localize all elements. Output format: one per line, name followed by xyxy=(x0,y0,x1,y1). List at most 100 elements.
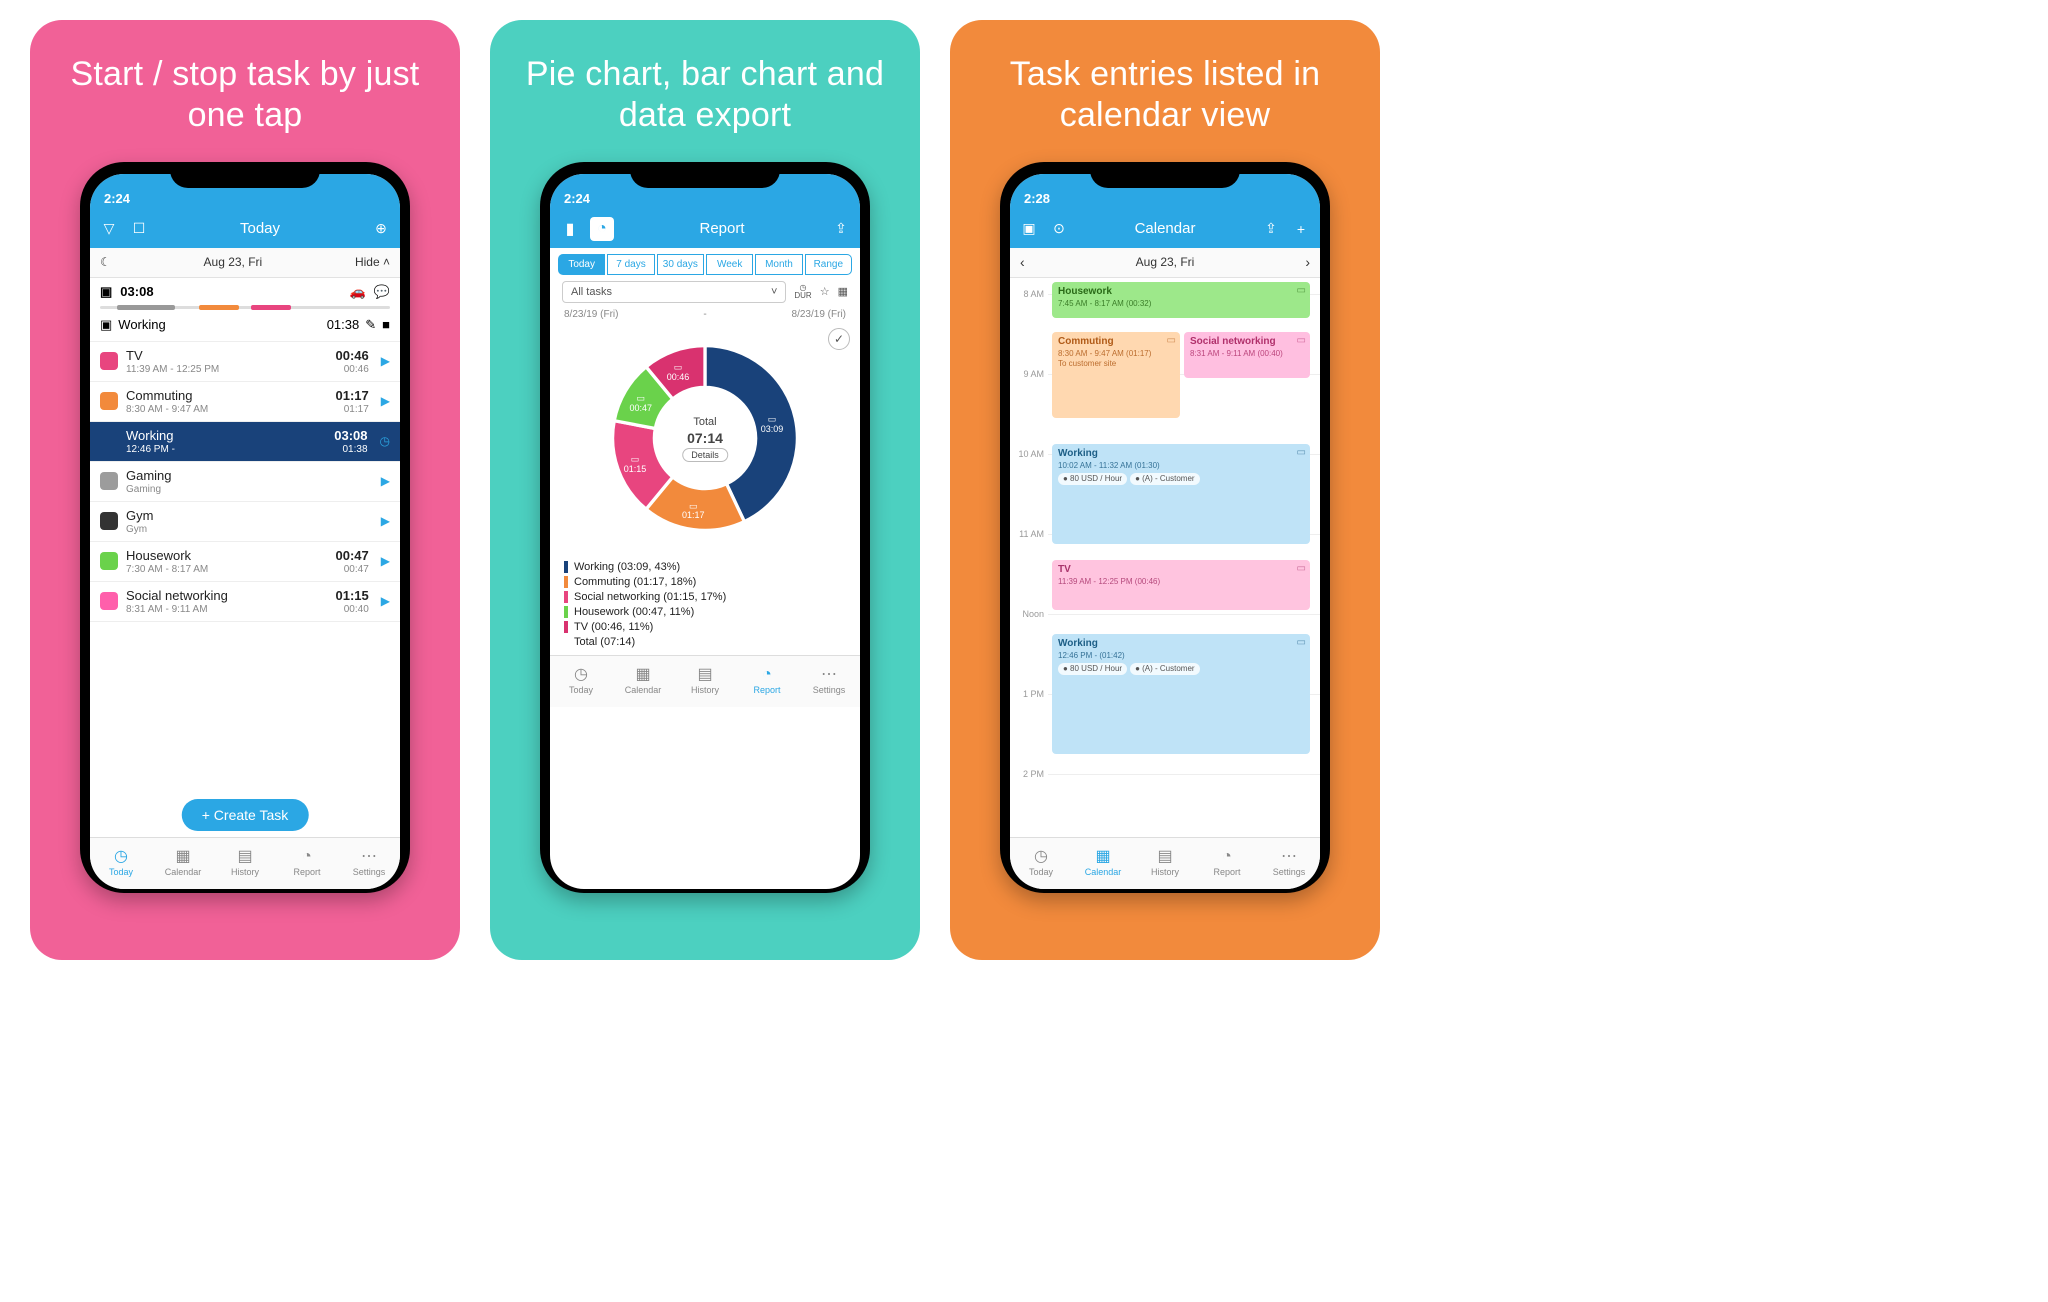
promo-panel-report: Pie chart, bar chart and data export 2:2… xyxy=(490,20,920,960)
tab-settings[interactable]: ⋯Settings xyxy=(338,838,400,889)
add-icon[interactable]: + xyxy=(1290,218,1312,240)
tab-report[interactable]: ◔Report xyxy=(736,656,798,707)
promo-panel-calendar: Task entries listed in calendar view 2:2… xyxy=(950,20,1380,960)
task-color-icon xyxy=(100,392,118,410)
active-task-row[interactable]: ▣ Working 01:38 ✎ ■ xyxy=(100,311,390,337)
tab-report[interactable]: ◔Report xyxy=(1196,838,1258,889)
play-icon[interactable]: ▶ xyxy=(381,354,390,368)
layout-icon[interactable]: ▦ xyxy=(838,285,848,298)
play-icon[interactable]: ▶ xyxy=(381,594,390,608)
calendar-event[interactable]: ▭ Housework 7:45 AM - 8:17 AM (00:32) xyxy=(1052,282,1310,318)
create-task-button[interactable]: + Create Task xyxy=(182,799,309,831)
date-subbar: ☾ Aug 23, Fri Hide ˄ xyxy=(90,248,400,278)
calendar-event[interactable]: ▭ Commuting 8:30 AM - 9:47 AM (01:17)To … xyxy=(1052,332,1180,418)
legend-total: Total (07:14) xyxy=(564,636,846,648)
total-timer: 03:08 xyxy=(120,284,153,299)
calendar-event[interactable]: ▭ Working 12:46 PM - (01:42)● 80 USD / H… xyxy=(1052,634,1310,754)
tab-calendar[interactable]: ▦Calendar xyxy=(612,656,674,707)
legend-label: Commuting (01:17, 18%) xyxy=(574,576,696,588)
range-today[interactable]: Today xyxy=(558,254,605,275)
range-month[interactable]: Month xyxy=(755,254,802,275)
task-row[interactable]: Working 12:46 PM - 03:08 01:38 ◷ xyxy=(90,422,400,462)
today-appbar: ▽ ☐ Today ⊕ xyxy=(90,210,400,248)
legend-label: Housework (00:47, 11%) xyxy=(574,606,694,618)
tab-bar: ◷Today▦Calendar▤History◔Report⋯Settings xyxy=(550,655,860,707)
stopwatch-icon[interactable]: ◷ xyxy=(380,434,390,448)
date-label: Aug 23, Fri xyxy=(111,255,355,269)
range-range[interactable]: Range xyxy=(805,254,852,275)
tab-label: Today xyxy=(569,685,593,695)
tab-today[interactable]: ◷Today xyxy=(90,838,152,889)
check-circle-icon[interactable]: ✓ xyxy=(828,328,850,350)
tab-today[interactable]: ◷Today xyxy=(1010,838,1072,889)
tab-settings[interactable]: ⋯Settings xyxy=(798,656,860,707)
event-title: TV xyxy=(1058,564,1304,576)
share-icon[interactable]: ⇪ xyxy=(830,218,852,240)
stop-icon[interactable]: ■ xyxy=(382,317,390,332)
event-tag: ● 80 USD / Hour xyxy=(1058,473,1127,485)
task-row[interactable]: Social networking 8:31 AM - 9:11 AM 01:1… xyxy=(90,582,400,622)
event-icon: ▭ xyxy=(1297,285,1306,297)
play-icon[interactable]: ▶ xyxy=(381,554,390,568)
range-selector: Today7 days30 daysWeekMonthRange xyxy=(550,248,860,281)
tab-report[interactable]: ◔ Report xyxy=(276,838,338,889)
segment-label: ▭01:15 xyxy=(624,455,647,475)
next-day-button[interactable]: › xyxy=(1305,254,1310,270)
settings-icon: ⋯ xyxy=(361,849,377,865)
range-30days[interactable]: 30 days xyxy=(657,254,704,275)
today-title: Today xyxy=(158,220,362,237)
tab-history[interactable]: ▤History xyxy=(214,838,276,889)
tab-today[interactable]: ◷Today xyxy=(550,656,612,707)
edit-icon[interactable]: ✎ xyxy=(365,317,376,333)
share-icon[interactable]: ⇪ xyxy=(1260,218,1282,240)
today-icon[interactable]: ▣ xyxy=(1018,218,1040,240)
tab-calendar[interactable]: ▦Calendar xyxy=(1072,838,1134,889)
task-filter-select[interactable]: All tasks ˅ xyxy=(562,281,786,303)
play-icon[interactable]: ▶ xyxy=(381,394,390,408)
play-icon[interactable]: ▶ xyxy=(381,474,390,488)
zoom-icon[interactable]: ⊙ xyxy=(1048,218,1070,240)
legend-row: Housework (00:47, 11%) xyxy=(564,606,846,618)
event-title: Working xyxy=(1058,638,1304,650)
task-subduration: 00:46 xyxy=(336,364,369,375)
calendar-event[interactable]: ▭ TV 11:39 AM - 12:25 PM (00:46) xyxy=(1052,560,1310,610)
event-meta: 7:45 AM - 8:17 AM (00:32) xyxy=(1058,299,1304,309)
tab-label: Report xyxy=(293,867,320,877)
task-row[interactable]: Gym Gym ▶ xyxy=(90,502,400,542)
active-task-dur: 01:38 xyxy=(327,317,360,332)
calendar-event[interactable]: ▭ Social networking 8:31 AM - 9:11 AM (0… xyxy=(1184,332,1310,378)
task-row[interactable]: Gaming Gaming ▶ xyxy=(90,462,400,502)
details-button[interactable]: Details xyxy=(682,448,728,462)
star-icon[interactable]: ☆ xyxy=(820,285,830,298)
piechart-toggle-icon[interactable]: ◔ xyxy=(590,217,614,241)
range-7days[interactable]: 7 days xyxy=(607,254,654,275)
segment-label: ▭00:46 xyxy=(667,363,690,383)
compass-icon[interactable]: ⊕ xyxy=(370,218,392,240)
range-week[interactable]: Week xyxy=(706,254,753,275)
hour-gridline xyxy=(1048,774,1320,775)
inbox-icon[interactable]: ☐ xyxy=(128,218,150,240)
history-icon: ▤ xyxy=(1157,849,1172,865)
hide-toggle[interactable]: Hide ˄ xyxy=(355,255,390,269)
play-icon[interactable]: ▶ xyxy=(381,514,390,528)
task-row[interactable]: TV 11:39 AM - 12:25 PM 00:46 00:46 ▶ xyxy=(90,342,400,382)
status-bar: 2:24 xyxy=(90,174,400,210)
task-name: Housework xyxy=(126,548,208,563)
filter-icon[interactable]: ▽ xyxy=(98,218,120,240)
tab-history[interactable]: ▤History xyxy=(674,656,736,707)
hour-label: 1 PM xyxy=(1014,689,1044,699)
tab-history[interactable]: ▤History xyxy=(1134,838,1196,889)
tab-calendar[interactable]: ▦Calendar xyxy=(152,838,214,889)
calendar-event[interactable]: ▭ Working 10:02 AM - 11:32 AM (01:30)● 8… xyxy=(1052,444,1310,544)
duration-toggle[interactable]: ◷DUR xyxy=(794,284,811,300)
barchart-toggle-icon[interactable]: ▮ xyxy=(558,217,582,241)
tab-settings[interactable]: ⋯Settings xyxy=(1258,838,1320,889)
report-icon: ◔ xyxy=(302,849,312,865)
task-row[interactable]: Housework 7:30 AM - 8:17 AM 00:47 00:47 … xyxy=(90,542,400,582)
task-row[interactable]: Commuting 8:30 AM - 9:47 AM 01:17 01:17 … xyxy=(90,382,400,422)
event-meta: 11:39 AM - 12:25 PM (00:46) xyxy=(1058,577,1304,587)
calendar-title: Calendar xyxy=(1078,220,1252,237)
history-icon: ▤ xyxy=(237,849,252,865)
moon-icon[interactable]: ☾ xyxy=(100,255,111,269)
date-to: 8/23/19 (Fri) xyxy=(792,309,846,320)
